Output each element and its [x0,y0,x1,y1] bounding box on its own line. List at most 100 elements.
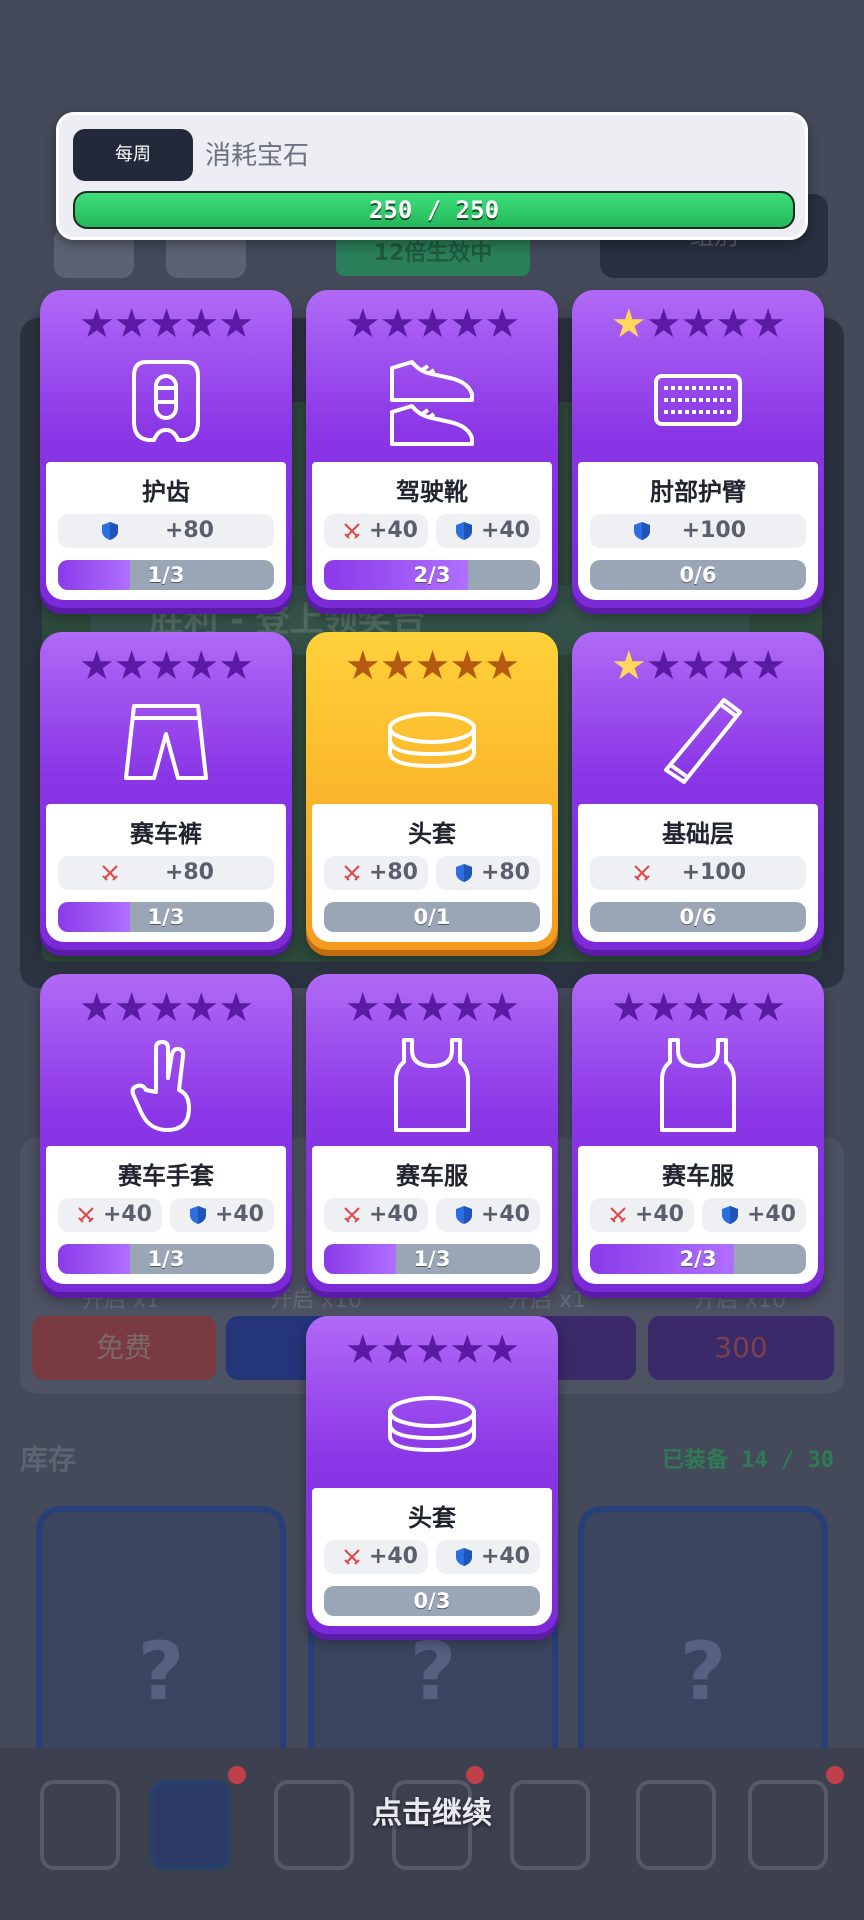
star-icon: ★ [715,301,751,347]
star-icon: ★ [750,643,786,689]
card-info: 头套 +40 +40 0/3 [312,1488,552,1626]
rarity-stars: ★★★★★ [40,644,292,688]
upgrade-progress-bar: 0/6 [590,560,806,590]
glove-icon [116,1034,216,1134]
card-info: 护齿 +80 1/3 [46,462,286,600]
star-icon: ★ [344,643,381,689]
inventory-title: 库存 [20,1443,77,1476]
free-button: 免费 [32,1316,216,1380]
attack-stat: +40 [324,1540,428,1574]
defense-stat: +80 [436,856,540,890]
star-icon: ★ [113,643,150,689]
star-icon: ★ [414,643,451,689]
star-icon: ★ [113,985,150,1031]
stat-value: +40 [368,518,418,543]
defense-stat: +40 [436,1198,540,1232]
star-icon: ★ [379,301,416,347]
reward-card[interactable]: ★★★★★ 驾驶靴 +40 +40 2/3 [306,290,558,608]
mouthguard-icon [116,350,216,450]
rarity-stars: ★★★★★ [40,986,292,1030]
stat-value: +80 [164,518,214,543]
defense-stat: +40 [170,1198,274,1232]
headband-icon [382,1376,482,1476]
shield-icon [720,1205,740,1225]
crossed-swords-icon [342,1205,362,1225]
sleeve-icon [648,692,748,792]
star-icon: ★ [344,1327,381,1373]
reward-card[interactable]: ★★★★★ 赛车裤 +80 1/3 [40,632,292,950]
notification-dot [228,1766,246,1784]
card-info: 赛车裤 +80 1/3 [46,804,286,942]
star-icon: ★ [645,985,682,1031]
star-icon: ★ [484,1327,520,1373]
card-info: 驾驶靴 +40 +40 2/3 [312,462,552,600]
stat-value: +40 [102,1202,152,1227]
reward-card[interactable]: ★★★★★ 基础层 +100 0/6 [572,632,824,950]
continue-hint[interactable]: 点击继续 [0,1788,864,1832]
card-info: 基础层 +100 0/6 [578,804,818,942]
upgrade-progress-bar: 2/3 [590,1244,806,1274]
upgrade-progress-bar: 0/6 [590,902,806,932]
star-icon: ★ [344,985,381,1031]
card-info: 赛车手套 +40 +40 1/3 [46,1146,286,1284]
upgrade-progress-text: 0/6 [679,905,717,929]
reward-card[interactable]: ★★★★★ 肘部护臂 +100 0/6 [572,290,824,608]
attack-stat: +40 [590,1198,694,1232]
reward-card[interactable]: ★★★★★ 头套 +40 +40 0/3 [306,1316,558,1634]
tank-top-icon [382,1034,482,1134]
attack-stat: +100 [590,856,806,890]
attack-stat: +40 [324,1198,428,1232]
upgrade-progress-text: 0/6 [679,563,717,587]
defense-stat: +80 [58,514,274,548]
attack-stat: +80 [58,856,274,890]
reward-card[interactable]: ★★★★★ 赛车服 +40 +40 2/3 [572,974,824,1292]
crossed-swords-icon [76,1205,96,1225]
star-icon: ★ [148,301,185,347]
reward-card[interactable]: ★★★★★ 头套 +80 +80 0/1 [306,632,558,950]
shield-icon [100,521,120,541]
star-icon: ★ [78,985,115,1031]
reward-card[interactable]: ★★★★★ 赛车手套 +40 +40 1/3 [40,974,292,1292]
star-icon: ★ [715,985,751,1031]
star-icon: ★ [183,985,219,1031]
star-icon: ★ [610,985,647,1031]
stat-value: +40 [214,1202,264,1227]
shield-icon [454,1547,474,1567]
shield-icon [454,521,474,541]
weekly-quest-banner: 每周 消耗宝石 250 / 250 [56,112,808,240]
rarity-stars: ★★★★★ [572,644,824,688]
stat-value: +40 [480,518,530,543]
defense-stat: +40 [436,514,540,548]
crossed-swords-icon [632,863,652,883]
upgrade-progress-bar: 2/3 [324,560,540,590]
star-icon: ★ [610,301,647,347]
upgrade-progress-bar: 0/1 [324,902,540,932]
rarity-stars: ★★★★★ [40,302,292,346]
star-icon: ★ [183,643,219,689]
stat-value: +80 [164,860,214,885]
shield-icon [454,863,474,883]
star-icon: ★ [148,643,185,689]
star-icon: ★ [218,643,254,689]
stat-value: +40 [368,1544,418,1569]
star-icon: ★ [148,985,185,1031]
star-icon: ★ [379,643,416,689]
stat-value: +80 [480,860,530,885]
reward-card[interactable]: ★★★★★ 护齿 +80 1/3 [40,290,292,608]
stat-value: +80 [368,860,418,885]
upgrade-progress-text: 1/3 [413,1247,451,1271]
star-icon: ★ [379,985,416,1031]
defense-stat: +100 [590,514,806,548]
attack-stat: +80 [324,856,428,890]
star-icon: ★ [715,643,751,689]
reward-card[interactable]: ★★★★★ 赛车服 +40 +40 1/3 [306,974,558,1292]
star-icon: ★ [183,301,219,347]
star-icon: ★ [218,985,254,1031]
star-icon: ★ [78,301,115,347]
star-icon: ★ [344,301,381,347]
star-icon: ★ [680,643,717,689]
stat-value: +100 [681,518,746,543]
upgrade-progress-text: 0/1 [413,905,451,929]
star-icon: ★ [218,301,254,347]
shoes-icon [382,350,482,450]
